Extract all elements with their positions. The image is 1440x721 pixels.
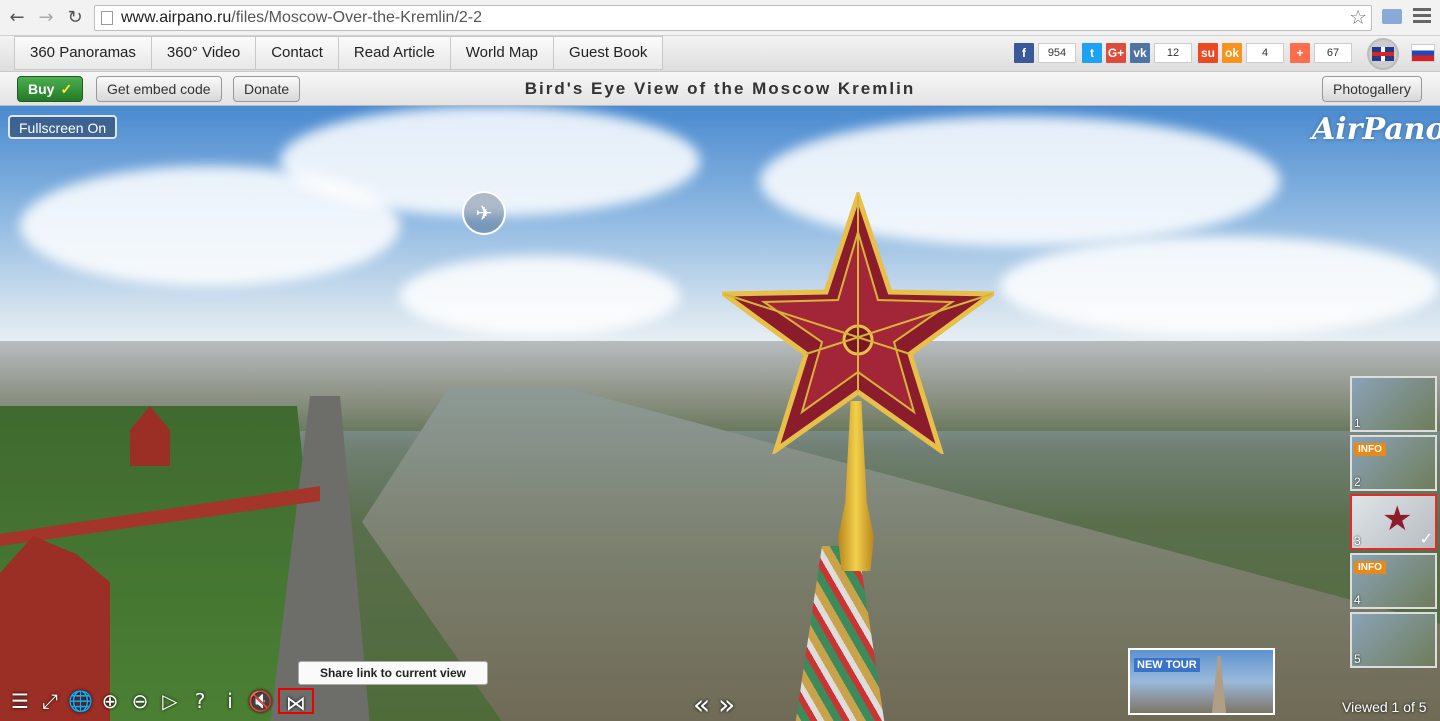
helicopter-hotspot-icon[interactable]: ✈ — [462, 191, 506, 235]
share-icon[interactable]: ⋈ — [278, 688, 314, 715]
new-tour-label: NEW TOUR — [1134, 658, 1200, 672]
forward-icon[interactable]: → — [35, 7, 57, 29]
buy-button[interactable]: Buy ✓ — [17, 76, 84, 102]
panorama-thumb-3[interactable]: ★ ✓ 3 — [1350, 494, 1437, 550]
cloud — [1000, 236, 1440, 336]
vk-share-count: 12 — [1154, 43, 1192, 63]
panorama-viewer[interactable]: ✈ 1 INFO 2 ★ ✓ 3 INFO 4 5 — [0, 106, 1440, 721]
bookmark-star-icon[interactable]: ☆ — [1349, 5, 1367, 29]
browser-menu-icon[interactable] — [1413, 8, 1431, 26]
thumb-number: 2 — [1354, 475, 1361, 489]
addthis-share-count: 67 — [1314, 43, 1352, 63]
panorama-thumb-1[interactable]: 1 — [1350, 376, 1437, 432]
page-toolbar: Bird's Eye View of the Moscow Kremlin Bu… — [0, 72, 1440, 106]
panorama-thumb-4[interactable]: INFO 4 — [1350, 553, 1437, 609]
facebook-share-count: 954 — [1038, 43, 1076, 63]
zoom-in-icon[interactable]: ⊕ — [98, 688, 122, 714]
globe-icon[interactable]: 🌐 — [68, 688, 93, 714]
mail-icon[interactable] — [1382, 9, 1402, 24]
url-path: /files/Moscow-Over-the-Kremlin/2-2 — [231, 9, 483, 26]
building-thumbnail — [1212, 656, 1226, 713]
info-badge: INFO — [1354, 443, 1386, 456]
fullscreen-icon[interactable]: ⤢ — [38, 688, 62, 714]
nav-tab-world-map[interactable]: World Map — [451, 37, 555, 69]
check-icon: ✓ — [60, 81, 73, 97]
panorama-thumb-5[interactable]: 5 — [1350, 612, 1437, 668]
airpano-logo: AirPano — [1312, 112, 1440, 147]
panorama-thumbnails: 1 INFO 2 ★ ✓ 3 INFO 4 5 — [1350, 376, 1437, 671]
viewer-controls: ☰ ⤢ 🌐 ⊕ ⊖ ▷? i 🔇 ⋈ — [8, 688, 314, 715]
thumb-number: 4 — [1354, 593, 1361, 607]
back-icon[interactable]: ← — [6, 7, 28, 29]
social-share-bar: f 954 t G+ vk 12 su ok 4 +67 — [1014, 43, 1354, 63]
donate-button[interactable]: Donate — [233, 76, 301, 102]
page-icon — [101, 11, 113, 25]
autoplay-icon[interactable]: ▷ — [158, 688, 182, 714]
russian-flag-icon[interactable] — [1411, 44, 1435, 62]
fullscreen-button[interactable]: Fullscreen On — [8, 115, 118, 139]
info-badge: INFO — [1354, 561, 1386, 574]
facebook-icon[interactable]: f — [1014, 43, 1034, 63]
nav-tab-contact[interactable]: Contact — [256, 37, 339, 69]
odnoklassniki-share-count: 4 — [1246, 43, 1284, 63]
address-bar[interactable]: www.airpano.ru/files/Moscow-Over-the-Kre… — [94, 5, 1372, 31]
thumb-number: 3 — [1354, 534, 1361, 548]
share-tooltip: Share link to current view — [298, 661, 488, 685]
vk-icon[interactable]: vk — [1130, 43, 1150, 63]
addthis-icon[interactable]: + — [1290, 43, 1310, 63]
nav-tab-guest-book[interactable]: Guest Book — [554, 37, 662, 69]
help-icon[interactable]: ? — [188, 688, 212, 714]
stumbleupon-icon[interactable]: su — [1198, 43, 1218, 63]
browser-toolbar: ← → ↻ www.airpano.ru/files/Moscow-Over-t… — [0, 0, 1440, 36]
menu-toggle-icon[interactable]: ☰ — [8, 688, 32, 714]
reload-icon[interactable]: ↻ — [64, 7, 86, 29]
kremlin-star-icon — [722, 192, 994, 454]
previous-arrow-icon[interactable]: « — [693, 688, 710, 721]
site-nav: 360 Panoramas 360° Video Contact Read Artic… — [0, 36, 1440, 72]
nav-tab-read-article[interactable]: Read Article — [339, 37, 451, 69]
zoom-out-icon[interactable]: ⊖ — [128, 688, 152, 714]
embed-code-button[interactable]: Get embed code — [96, 76, 222, 102]
twitter-icon[interactable]: t — [1082, 43, 1102, 63]
panorama-thumb-2[interactable]: INFO 2 — [1350, 435, 1437, 491]
star-thumbnail-icon: ★ — [1382, 499, 1413, 539]
odnoklassniki-icon[interactable]: ok — [1222, 43, 1242, 63]
nav-tab-360-panoramas[interactable]: 360 Panoramas — [15, 37, 152, 69]
pano-navigation: « » — [693, 688, 735, 721]
viewed-counter: Viewed 1 of 5 — [1342, 699, 1427, 715]
url-host: www.airpano.ru — [121, 9, 232, 26]
next-arrow-icon[interactable]: » — [718, 688, 735, 721]
nav-tab-360-video[interactable]: 360° Video — [152, 37, 257, 69]
info-icon[interactable]: i — [218, 688, 242, 714]
english-flag-icon[interactable] — [1367, 38, 1399, 70]
cloud — [400, 256, 680, 336]
thumb-number: 1 — [1354, 416, 1361, 430]
new-tour-banner[interactable]: NEW TOUR — [1128, 648, 1275, 715]
photogallery-button[interactable]: Photogallery — [1322, 76, 1422, 102]
check-icon: ✓ — [1419, 529, 1433, 548]
nav-tabs: 360 Panoramas 360° Video Contact Read Artic… — [14, 36, 664, 70]
thumb-number: 5 — [1354, 652, 1361, 666]
googleplus-icon[interactable]: G+ — [1106, 43, 1126, 63]
mute-icon[interactable]: 🔇 — [248, 688, 273, 714]
